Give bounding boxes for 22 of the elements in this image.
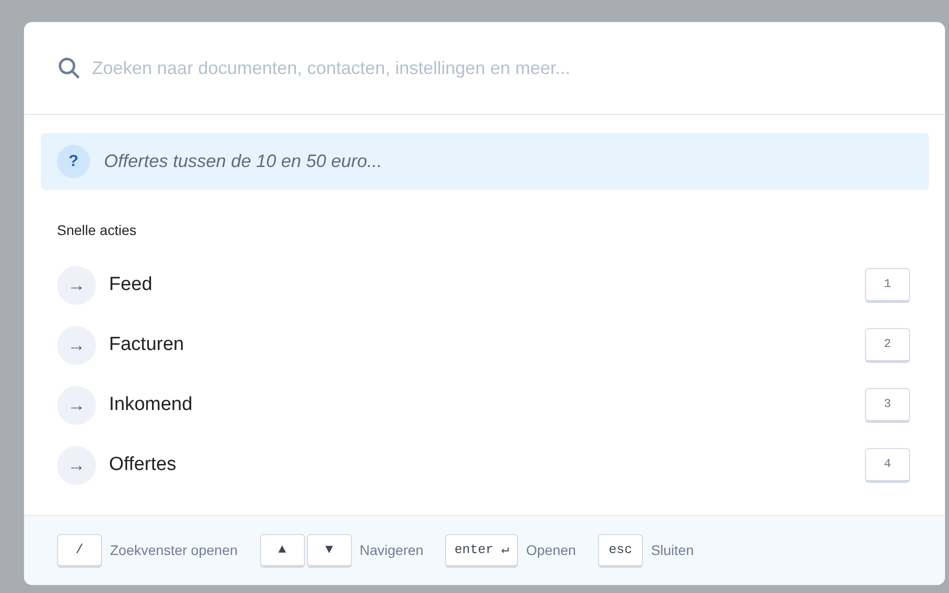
shortcut-label: Sluiten bbox=[650, 541, 694, 560]
shortcut-key: 1 bbox=[865, 268, 910, 302]
shortcut-label: Navigeren bbox=[360, 541, 424, 560]
shortcut-key: 4 bbox=[865, 448, 910, 482]
question-icon: ? bbox=[57, 145, 90, 178]
shortcut-key: 2 bbox=[865, 328, 910, 362]
action-item[interactable]: Inkomend bbox=[109, 390, 852, 420]
keyboard-key: ▲ bbox=[260, 534, 305, 568]
hint-text: Offertes tussen de 10 en 50 euro... bbox=[104, 150, 382, 173]
action-item[interactable]: Facturen bbox=[109, 330, 852, 360]
hint-bar[interactable]: ? Offertes tussen de 10 en 50 euro... bbox=[41, 133, 929, 190]
shortcut-label: Zoekvenster openen bbox=[110, 541, 238, 560]
keyboard-key: / bbox=[57, 534, 102, 568]
keyboard-key: esc bbox=[598, 534, 643, 568]
search-icon bbox=[58, 57, 80, 79]
keyboard-key: enter ↵ bbox=[445, 534, 518, 568]
shortcut-key: 3 bbox=[865, 388, 910, 422]
section-title: Snelle acties bbox=[57, 221, 138, 240]
shortcut-label: Openen bbox=[526, 541, 576, 560]
action-item[interactable]: Feed bbox=[109, 270, 852, 300]
action-item[interactable]: Offertes bbox=[109, 450, 852, 480]
keyboard-key: ▼ bbox=[306, 534, 352, 568]
